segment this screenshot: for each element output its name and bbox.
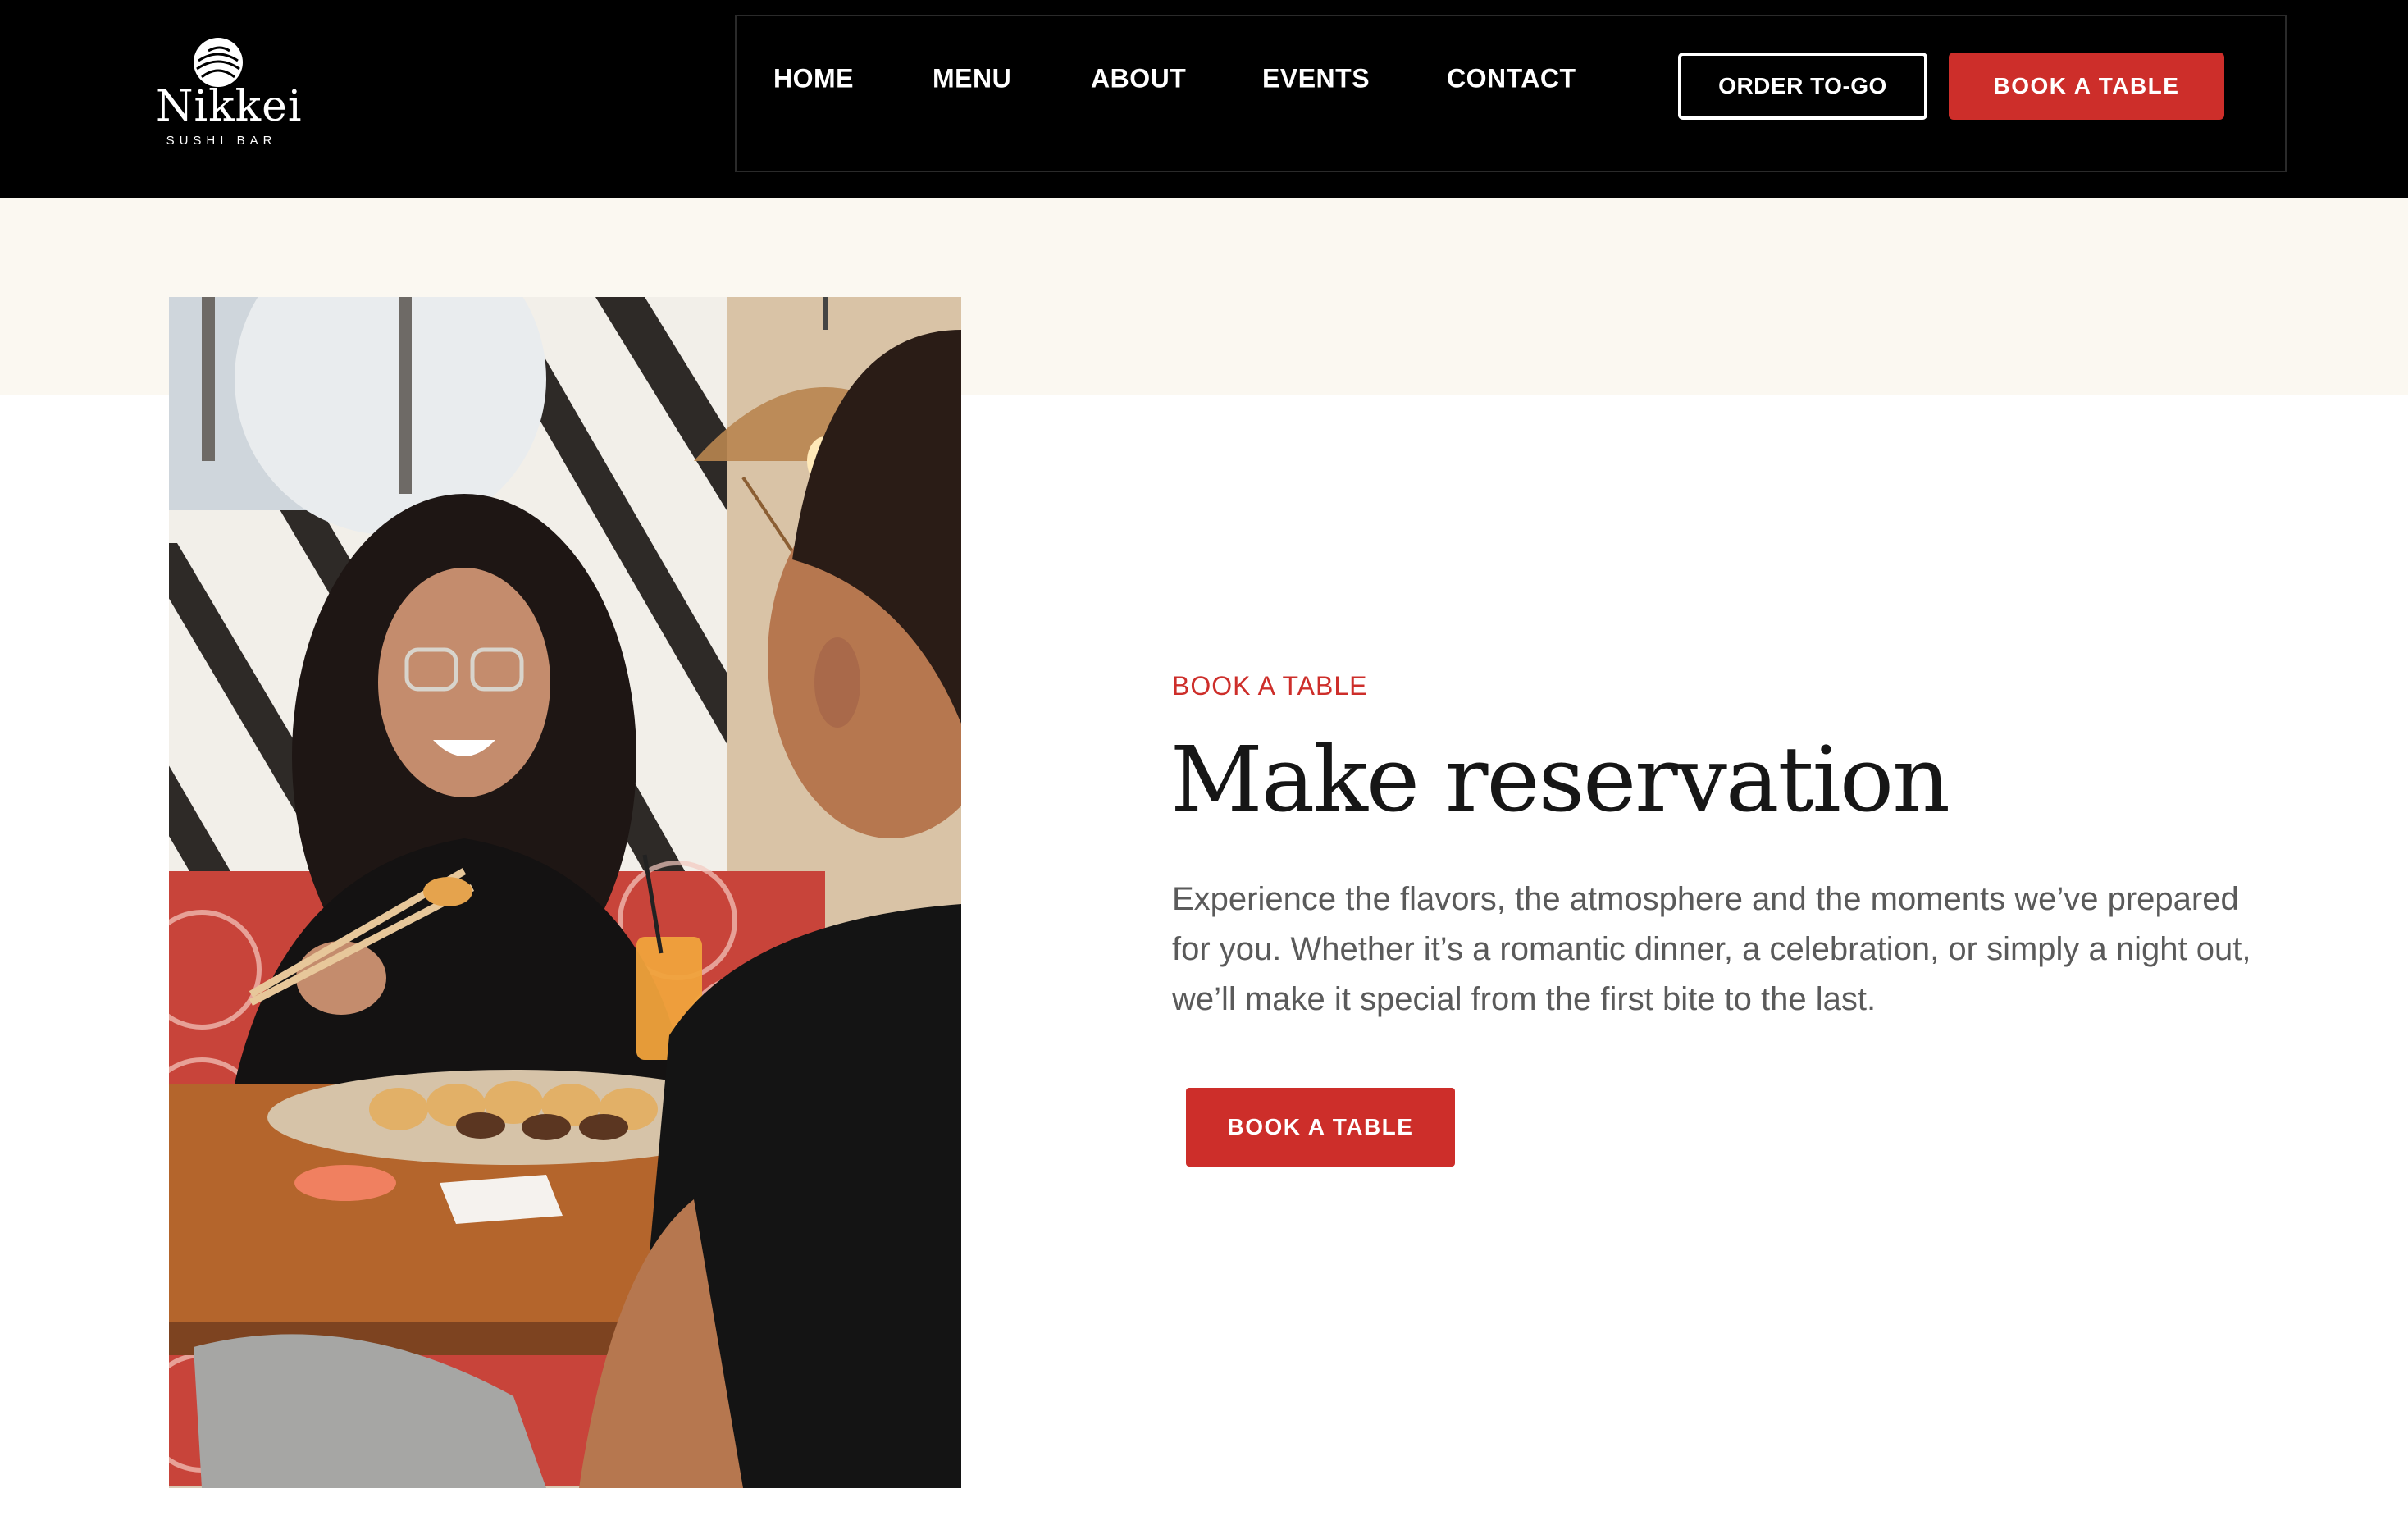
nav-menu[interactable]: MENU bbox=[933, 64, 1011, 94]
reservation-title: Make reservation bbox=[1170, 727, 1950, 832]
reservation-eyebrow: BOOK A TABLE bbox=[1172, 671, 1368, 701]
nav-about[interactable]: ABOUT bbox=[1091, 64, 1186, 94]
header-book-table-button[interactable]: BOOK A TABLE bbox=[1949, 53, 2224, 120]
brand-logo-icon bbox=[194, 38, 243, 87]
reservation-description: Experience the flavors, the atmosphere a… bbox=[1172, 881, 2251, 1017]
nav-events[interactable]: EVENTS bbox=[1262, 64, 1370, 94]
nav-home[interactable]: HOME bbox=[773, 64, 854, 94]
book-table-button[interactable]: BOOK A TABLE bbox=[1186, 1088, 1455, 1167]
order-to-go-button[interactable]: ORDER TO-GO bbox=[1678, 53, 1927, 120]
brand-name: Nikkei bbox=[156, 82, 303, 131]
brand-tagline: SUSHI BAR bbox=[166, 134, 277, 148]
site-header: Nikkei SUSHI BAR HOME MENU ABOUT EVENTS … bbox=[0, 0, 2408, 198]
nav-contact[interactable]: CONTACT bbox=[1447, 64, 1576, 94]
restaurant-photo bbox=[169, 297, 961, 1488]
restaurant-photo-illustration bbox=[169, 297, 961, 1488]
brand-logo[interactable]: Nikkei SUSHI BAR bbox=[156, 33, 303, 156]
